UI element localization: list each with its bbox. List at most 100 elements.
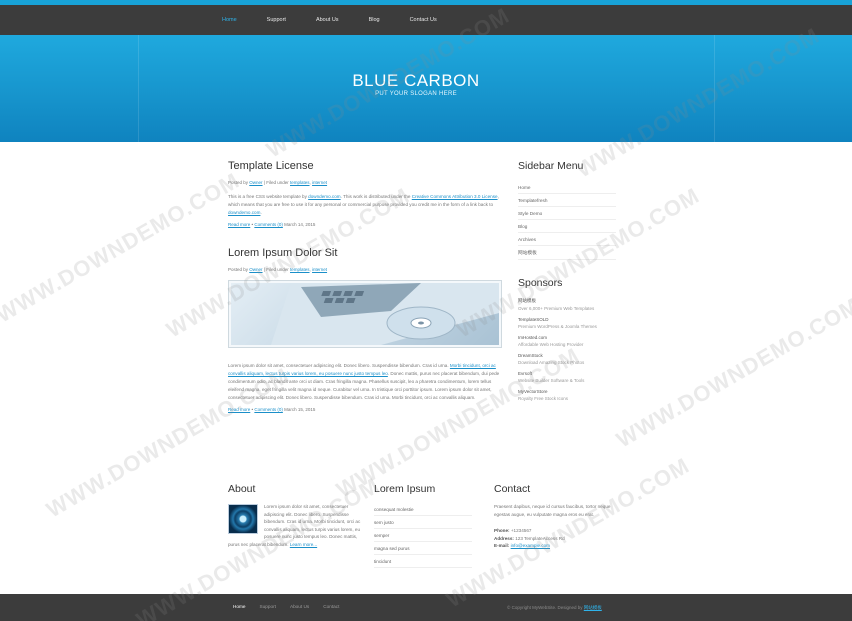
footer: Home Support About Us Contact © Copyrigh… xyxy=(0,594,852,621)
sponsor-list: 网站模板 Over 6,000+ Premium Web Templates Te… xyxy=(518,298,616,401)
top-navigation: Home Support About Us Blog Contact Us xyxy=(0,5,852,35)
sponsors-title: Sponsors xyxy=(518,277,563,289)
contact-email: E-mail: info@example.com xyxy=(494,542,618,550)
sponsor-desc: Premium WordPress & Joomla Themes xyxy=(518,324,597,329)
sponsor-name[interactable]: Evrsoft xyxy=(518,371,616,376)
footer-nav: Home Support About Us Contact xyxy=(233,604,353,609)
post-footer: Read more • Comments (0) March 14, 2015 xyxy=(228,222,504,227)
lorem-title: Lorem Ipsum xyxy=(374,483,436,495)
author-link[interactable]: Owner xyxy=(249,180,262,185)
post: Template License Posted by Owner | Filed… xyxy=(228,160,504,227)
sidebar-item-archives[interactable]: Archives xyxy=(518,233,616,246)
post-body: This is a free CSS website template by d… xyxy=(228,193,504,216)
tag-link[interactable]: internet xyxy=(312,180,327,185)
tag-link[interactable]: internet xyxy=(312,267,327,272)
sponsor-item[interactable]: TemplateSOLD Premium WordPress & Joomla T… xyxy=(518,317,616,329)
contact-text: Praesent dapibus, neque id cursus faucib… xyxy=(494,504,611,517)
sidebar-item-templatefresh[interactable]: Templatefresh xyxy=(518,194,616,207)
post: Lorem Ipsum Dolor Sit Posted by Owner | … xyxy=(228,247,504,412)
contact-section: Contact Praesent dapibus, neque id cursu… xyxy=(494,483,618,550)
sidebar-item-blog[interactable]: Blog xyxy=(518,220,616,233)
email-label: E-mail: xyxy=(494,543,510,549)
footer-link-contact[interactable]: Contact xyxy=(323,604,339,609)
sponsor-item[interactable]: ImHosted.com Affordable Web Hosting Provi… xyxy=(518,335,616,347)
post-meta: Posted by Owner | Filed under templates,… xyxy=(228,267,328,273)
nav-item-contact-us[interactable]: Contact Us xyxy=(410,17,437,23)
nav-menu: Home Support About Us Blog Contact Us xyxy=(222,5,467,35)
inline-link[interactable]: downdemo.com xyxy=(308,194,340,199)
meta-mid: | Filed under xyxy=(263,180,289,185)
sponsor-name[interactable]: 网站模板 xyxy=(518,298,616,304)
meta-mid: | Filed under xyxy=(263,267,289,273)
copyright: © Copyright MyWebSite. Designed by 网站模板 xyxy=(507,605,602,611)
sponsor-name[interactable]: TemplateSOLD xyxy=(518,317,616,322)
site-title: BLUE CARBON xyxy=(352,71,480,90)
comments-link[interactable]: Comments (0) xyxy=(254,407,283,412)
read-more-link[interactable]: Read more xyxy=(228,407,250,412)
meta-prefix: Posted by xyxy=(228,180,249,185)
sidebar-item-home[interactable]: Home xyxy=(518,181,616,194)
designer-link[interactable]: 网站模板 xyxy=(584,605,602,610)
meta-prefix: Posted by xyxy=(228,267,249,273)
body-text: Lorem ipsum dolor sit amet, consectetuer… xyxy=(228,363,450,369)
sponsor-desc: Website Builder Software & Tools xyxy=(518,378,585,383)
nav-item-support[interactable]: Support xyxy=(267,17,286,23)
sponsor-item[interactable]: DreamStock Download Amazing Stock Photos xyxy=(518,353,616,365)
sponsor-item[interactable]: MyVectorStore Royalty Free Stock Icons xyxy=(518,389,616,401)
main-content: Template License Posted by Owner | Filed… xyxy=(228,160,504,412)
contact-address: Address: 123 TemplateAccess Rd xyxy=(494,535,618,543)
sponsor-name[interactable]: DreamStock xyxy=(518,353,616,358)
comments-link[interactable]: Comments (0) xyxy=(254,222,283,227)
sponsor-desc: Royalty Free Stock Icons xyxy=(518,396,569,401)
sidebar: Sidebar Menu Home Templatefresh Style De… xyxy=(518,160,616,407)
list-item[interactable]: magna sed purus xyxy=(374,542,472,555)
post-title[interactable]: Lorem Ipsum Dolor Sit xyxy=(228,247,504,259)
body-text: . This work is distributed under the xyxy=(340,194,412,199)
post-date: March 14, 2015 xyxy=(284,222,316,228)
nav-item-blog[interactable]: Blog xyxy=(369,17,380,23)
lorem-section: Lorem Ipsum consequat molestie sem justo… xyxy=(374,483,472,568)
nav-item-home[interactable]: Home xyxy=(222,17,237,23)
license-link[interactable]: Creative Commons Attribution 3.0 License xyxy=(412,194,498,199)
post-footer: Read more • Comments (0) March 15, 2015 xyxy=(228,407,504,412)
author-link[interactable]: Owner xyxy=(249,267,262,272)
tag-link[interactable]: templates xyxy=(290,267,310,272)
sidebar-item-style-demo[interactable]: Style Demo xyxy=(518,207,616,220)
email-link[interactable]: info@example.com xyxy=(511,543,550,548)
read-more-link[interactable]: Read more xyxy=(228,222,250,227)
sponsor-item[interactable]: 网站模板 Over 6,000+ Premium Web Templates xyxy=(518,298,616,311)
contact-phone: Phone: +1234567 xyxy=(494,527,618,535)
watermark-text: WWW.DOWNDEMO.COM xyxy=(612,292,852,453)
watermark-text: WWW.DOWNDEMO.COM xyxy=(0,167,244,328)
footer-link-support[interactable]: Support xyxy=(260,604,276,609)
post-body: Lorem ipsum dolor sit amet, consectetuer… xyxy=(228,362,504,401)
post-meta: Posted by Owner | Filed under templates,… xyxy=(228,180,328,185)
sidebar-menu-title: Sidebar Menu xyxy=(518,160,584,172)
body-text: . xyxy=(260,209,262,215)
nav-item-about-us[interactable]: About Us xyxy=(316,17,339,23)
about-section: About Lorem ipsum dolor sit amet, consec… xyxy=(228,483,364,549)
inline-link[interactable]: downdemo.com xyxy=(228,210,260,215)
tag-link[interactable]: templates xyxy=(290,180,310,185)
sponsor-desc: Affordable Web Hosting Provider xyxy=(518,342,584,347)
list-item[interactable]: sem justo xyxy=(374,516,472,529)
sponsor-name[interactable]: MyVectorStore xyxy=(518,389,616,394)
learn-more-link[interactable]: Learn more... xyxy=(290,542,317,547)
phone-label: Phone: xyxy=(494,528,510,534)
footer-link-about-us[interactable]: About Us xyxy=(290,604,309,609)
sidebar-item-templates-cn[interactable]: 网站模板 xyxy=(518,246,616,260)
footer-link-home[interactable]: Home xyxy=(233,604,246,609)
lorem-list: consequat molestie sem justo semper magn… xyxy=(374,503,472,568)
laptop-disc-image xyxy=(231,283,499,346)
header-banner: BLUE CARBON PUT YOUR SLOGAN HERE xyxy=(0,35,852,142)
sponsor-desc: Over 6,000+ Premium Web Templates xyxy=(518,306,595,311)
list-item[interactable]: consequat molestie xyxy=(374,503,472,516)
sponsor-item[interactable]: Evrsoft Website Builder Software & Tools xyxy=(518,371,616,383)
sponsor-name[interactable]: ImHosted.com xyxy=(518,335,616,340)
list-item[interactable]: semper xyxy=(374,529,472,542)
list-item[interactable]: tincidunt xyxy=(374,555,472,568)
copyright-text: © Copyright MyWebSite. Designed by xyxy=(507,605,583,610)
sponsor-desc: Download Amazing Stock Photos xyxy=(518,360,585,365)
about-title: About xyxy=(228,483,256,495)
post-title[interactable]: Template License xyxy=(228,160,504,172)
